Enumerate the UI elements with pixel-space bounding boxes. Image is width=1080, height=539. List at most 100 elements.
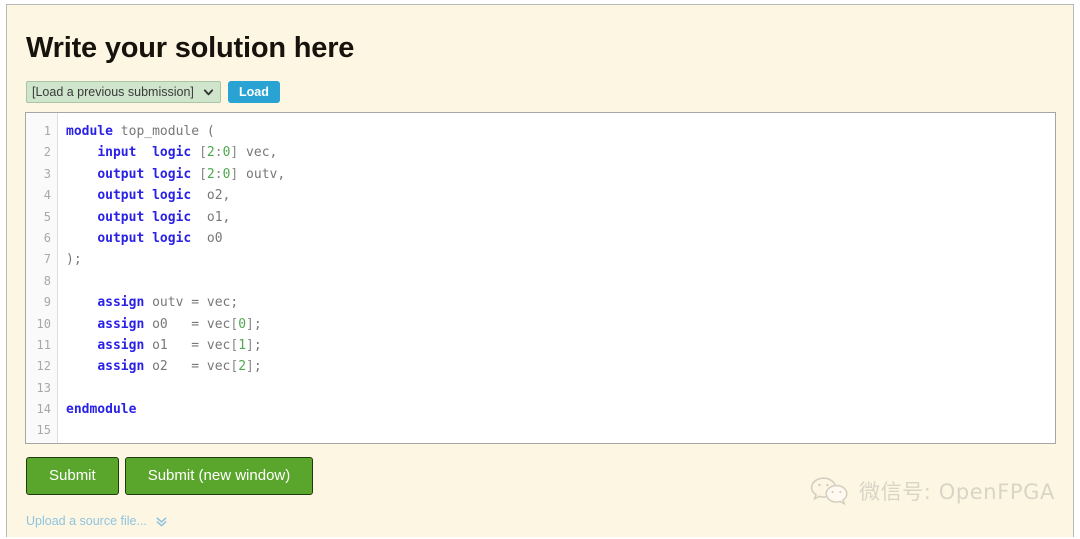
load-submission-row: [Load a previous submission] Load (26, 81, 280, 103)
code-token: top_module ( (112, 124, 215, 139)
code-token: 2 (206, 166, 215, 182)
code-token: assign (97, 316, 145, 332)
code-token: o2 = vec (144, 359, 231, 375)
line-number: 15 (36, 423, 51, 438)
code-token: module (66, 124, 113, 139)
code-line[interactable]: assign outv = vec; (66, 292, 1055, 313)
code-token: 2 (238, 359, 247, 375)
code-token: : (214, 166, 223, 182)
code-line[interactable]: output logic o2, (66, 185, 1055, 206)
code-token: assign (97, 337, 145, 353)
code-line[interactable]: input logic [2:0] vec, (66, 142, 1055, 163)
upload-source-row: Upload a source file... (26, 514, 168, 528)
line-number: 11 (36, 337, 51, 352)
code-token: [ (199, 145, 207, 161)
code-token: o0 = vec (144, 316, 231, 332)
line-number: 12 (36, 359, 51, 374)
wechat-watermark: 微信号: OpenFPGA (809, 475, 1055, 507)
code-token: outv, (238, 166, 286, 182)
code-token: [ (199, 166, 207, 182)
code-token: output (97, 188, 145, 204)
code-token: 2 (206, 145, 215, 161)
code-token: logic (152, 145, 192, 161)
line-number: 7 (43, 252, 51, 267)
code-token: logic (152, 166, 192, 182)
line-number: 1 (43, 124, 51, 138)
code-token: ] (246, 337, 254, 353)
previous-submission-select[interactable]: [Load a previous submission] (26, 81, 221, 103)
line-number: 5 (43, 209, 51, 224)
code-token: outv = vec; (144, 295, 239, 311)
upload-source-file-link[interactable]: Upload a source file... (26, 514, 147, 528)
code-line[interactable]: assign o1 = vec[1]; (66, 335, 1055, 356)
code-token: assign (97, 295, 145, 311)
code-line[interactable] (66, 378, 1055, 399)
code-token: ); (66, 252, 82, 268)
line-number: 10 (36, 316, 51, 331)
code-editor[interactable]: 1 2 3 4 5 6 7 8 9 10 11 12 13 14 15 module top_module … (25, 112, 1056, 444)
line-number: 2 (43, 145, 51, 160)
solution-panel: Write your solution here [Load a previou… (6, 4, 1074, 537)
code-line[interactable] (66, 420, 1055, 441)
code-token: : (214, 145, 223, 161)
previous-submission-select-wrapper: [Load a previous submission] (26, 81, 221, 103)
page-title: Write your solution here (26, 32, 355, 64)
code-token: logic (152, 188, 192, 204)
code-token: 1 (238, 337, 247, 353)
code-token: ; (253, 359, 262, 375)
code-token: ] (246, 316, 254, 332)
line-number: 8 (43, 273, 51, 288)
code-line[interactable]: output logic o1, (66, 207, 1055, 228)
code-line[interactable]: assign o0 = vec[0]; (66, 314, 1055, 335)
submit-new-window-button[interactable]: Submit (new window) (124, 457, 314, 495)
code-content[interactable]: module top_module ( input logic [2:0] ve… (58, 113, 1055, 443)
code-token: 0 (238, 316, 247, 332)
code-line[interactable] (66, 271, 1055, 292)
line-number: 3 (43, 166, 51, 181)
code-token: o1, (191, 209, 231, 225)
double-chevron-down-icon[interactable] (155, 515, 168, 528)
code-line[interactable]: module top_module ( (66, 121, 1055, 142)
code-token: logic (152, 230, 192, 246)
code-token: o0 (191, 230, 223, 246)
code-token: output (97, 209, 145, 225)
code-line[interactable]: ); (66, 249, 1055, 270)
code-line[interactable]: output logic o0 (66, 228, 1055, 249)
line-number: 4 (43, 188, 51, 203)
load-button[interactable]: Load (228, 81, 280, 103)
code-token: vec, (238, 145, 278, 161)
line-number: 13 (36, 380, 51, 395)
submit-button[interactable]: Submit (26, 457, 119, 495)
code-line[interactable]: endmodule (66, 399, 1055, 420)
watermark-text: 微信号: OpenFPGA (858, 480, 1055, 504)
wechat-icon (810, 477, 848, 506)
code-line[interactable]: output logic [2:0] outv, (66, 164, 1055, 185)
line-number: 14 (36, 402, 51, 417)
code-token: ; (253, 316, 262, 332)
code-token: input (97, 145, 137, 161)
code-token: endmodule (66, 402, 137, 418)
line-number-gutter: 1 2 3 4 5 6 7 8 9 10 11 12 13 14 15 (26, 113, 58, 443)
code-token: logic (152, 209, 192, 225)
code-line[interactable]: assign o2 = vec[2]; (66, 356, 1055, 377)
code-token: assign (97, 359, 145, 375)
code-token: ; (253, 337, 262, 353)
code-token: o2, (191, 188, 231, 204)
code-token: output (97, 230, 145, 246)
code-token: ] (246, 359, 254, 375)
